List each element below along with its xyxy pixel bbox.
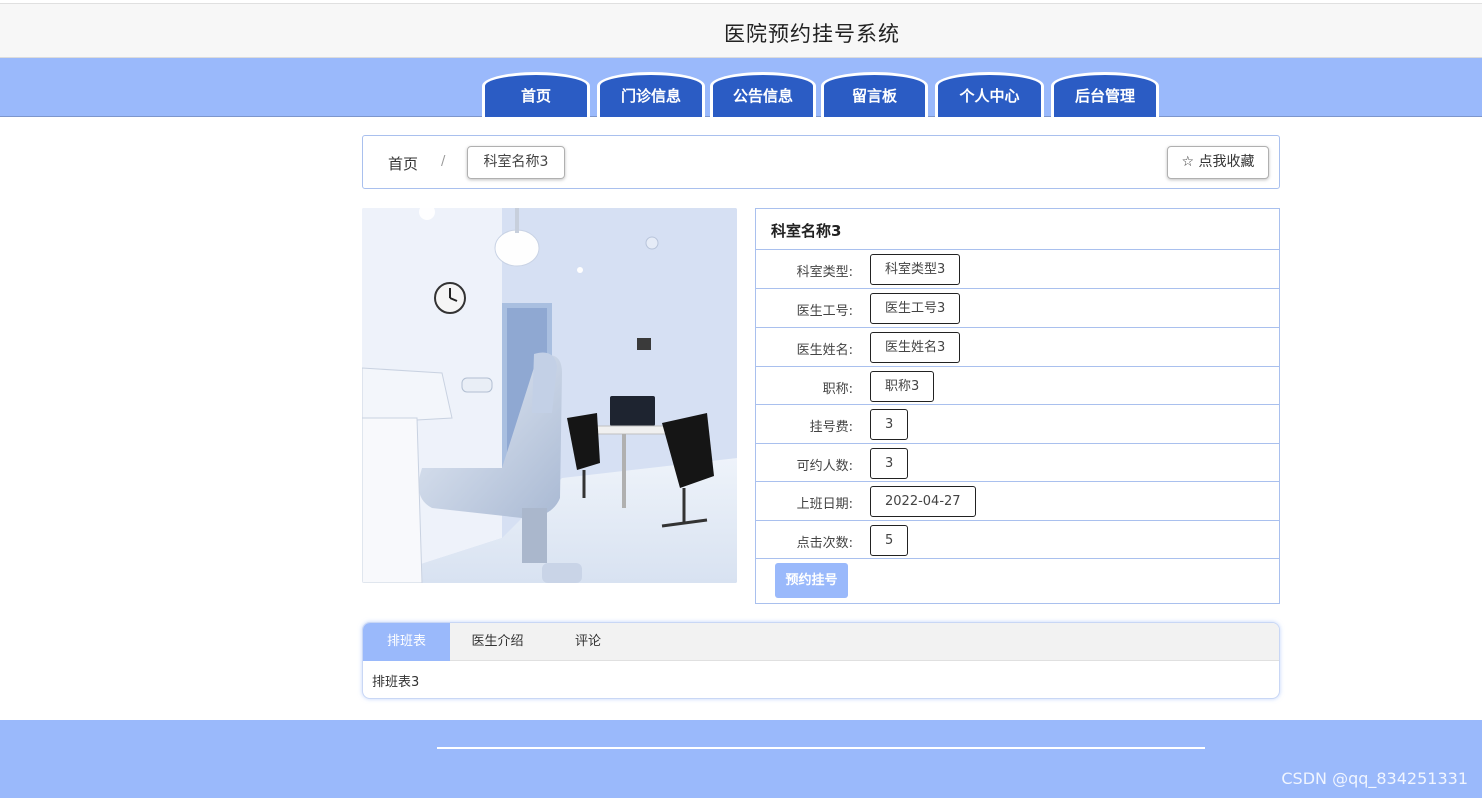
field-value: 3 xyxy=(870,409,909,440)
detail-row-doctor-name: 医生姓名: 医生姓名3 xyxy=(756,327,1279,366)
nav-home[interactable]: 首页 xyxy=(482,72,590,117)
main-nav: 首页 门诊信息 公告信息 留言板 个人中心 后台管理 xyxy=(0,58,1482,117)
nav-message-board[interactable]: 留言板 xyxy=(821,72,928,117)
breadcrumb-home-link[interactable]: 首页 xyxy=(388,153,418,174)
book-appointment-button[interactable]: 预约挂号 xyxy=(775,563,848,598)
watermark: CSDN @qq_834251331 xyxy=(1281,769,1468,788)
department-photo xyxy=(362,208,737,583)
nav-admin[interactable]: 后台管理 xyxy=(1051,72,1159,117)
tab-doctor-intro[interactable]: 医生介绍 xyxy=(450,623,545,661)
detail-row-click-count: 点击次数: 5 xyxy=(756,520,1279,559)
detail-row-work-date: 上班日期: 2022-04-27 xyxy=(756,481,1279,520)
booking-row: 预约挂号 xyxy=(756,558,1279,603)
field-value: 医生工号3 xyxy=(870,293,961,324)
breadcrumb-current: 科室名称3 xyxy=(467,146,565,179)
detail-row-doctor-id: 医生工号: 医生工号3 xyxy=(756,288,1279,327)
field-value: 职称3 xyxy=(870,371,935,402)
field-value: 2022-04-27 xyxy=(870,486,976,517)
favorite-button[interactable]: ☆ 点我收藏 xyxy=(1167,146,1269,179)
tab-content: 排班表3 xyxy=(372,675,420,690)
field-value: 医生姓名3 xyxy=(870,332,961,363)
detail-row-registration-fee: 挂号费: 3 xyxy=(756,404,1279,443)
field-value: 5 xyxy=(870,525,909,556)
breadcrumb: 首页 / 科室名称3 ☆ 点我收藏 xyxy=(362,135,1280,189)
footer-divider xyxy=(437,747,1205,749)
field-label: 医生工号: xyxy=(796,304,853,319)
field-value: 3 xyxy=(870,448,909,479)
field-label: 科室类型: xyxy=(796,265,853,280)
department-detail-panel: 科室名称3 科室类型: 科室类型3 医生工号: 医生工号3 医生姓名: 医生姓名… xyxy=(755,208,1280,604)
nav-announcements[interactable]: 公告信息 xyxy=(710,72,816,117)
site-title: 医院预约挂号系统 xyxy=(724,22,900,46)
breadcrumb-separator: / xyxy=(441,154,446,169)
field-label: 挂号费: xyxy=(809,420,853,435)
department-name: 科室名称3 xyxy=(771,222,842,240)
site-header: 医院预约挂号系统 xyxy=(0,3,1482,58)
nav-personal-center[interactable]: 个人中心 xyxy=(935,72,1044,117)
nav-clinic-info[interactable]: 门诊信息 xyxy=(597,72,705,117)
field-label: 职称: xyxy=(822,382,853,397)
field-label: 上班日期: xyxy=(796,497,853,512)
site-footer: CSDN @qq_834251331 xyxy=(0,720,1482,798)
detail-row-available-slots: 可约人数: 3 xyxy=(756,443,1279,482)
tab-comments[interactable]: 评论 xyxy=(545,623,631,661)
field-label: 可约人数: xyxy=(796,459,853,474)
tab-schedule[interactable]: 排班表 xyxy=(363,623,450,661)
detail-tabs: 排班表 医生介绍 评论 排班表3 xyxy=(362,622,1280,699)
detail-row-department-type: 科室类型: 科室类型3 xyxy=(756,249,1279,288)
detail-row-title: 职称: 职称3 xyxy=(756,366,1279,405)
field-label: 医生姓名: xyxy=(796,343,853,358)
field-value: 科室类型3 xyxy=(870,254,961,285)
dental-room-image xyxy=(362,208,737,583)
tabs-header: 排班表 医生介绍 评论 xyxy=(363,623,1279,661)
field-label: 点击次数: xyxy=(796,536,853,551)
